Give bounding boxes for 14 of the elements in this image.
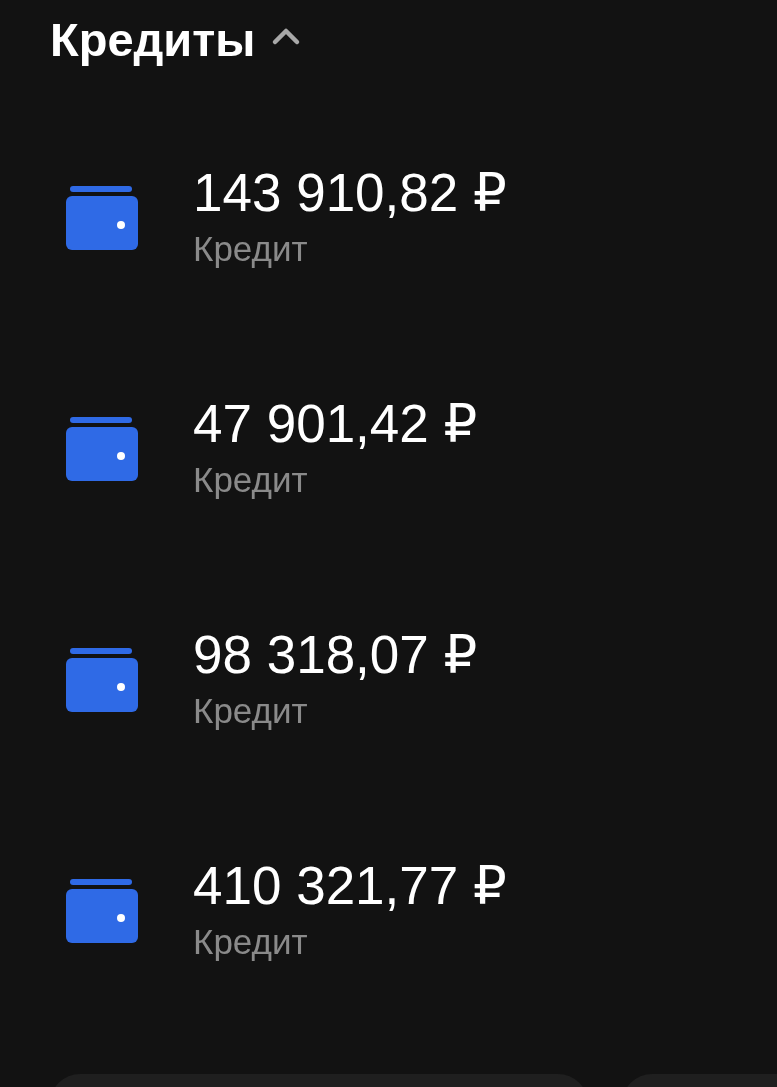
wallet-icon — [66, 186, 138, 250]
chevron-up-icon[interactable] — [271, 26, 302, 46]
wallet-icon — [66, 879, 138, 943]
amount: 47 901,42 ₽ — [193, 394, 478, 454]
account-type: Кредит — [193, 690, 309, 732]
wallet-icon — [66, 417, 138, 481]
account-type: Кредит — [193, 228, 309, 270]
account-type: Кредит — [193, 459, 309, 501]
amount: 143 910,82 ₽ — [193, 163, 507, 223]
amount: 98 318,07 ₽ — [193, 625, 478, 685]
amount: 410 321,77 ₽ — [193, 856, 507, 916]
account-type: Кредит — [193, 921, 309, 963]
section-title: Кредиты — [50, 12, 256, 68]
wallet-icon — [66, 648, 138, 712]
